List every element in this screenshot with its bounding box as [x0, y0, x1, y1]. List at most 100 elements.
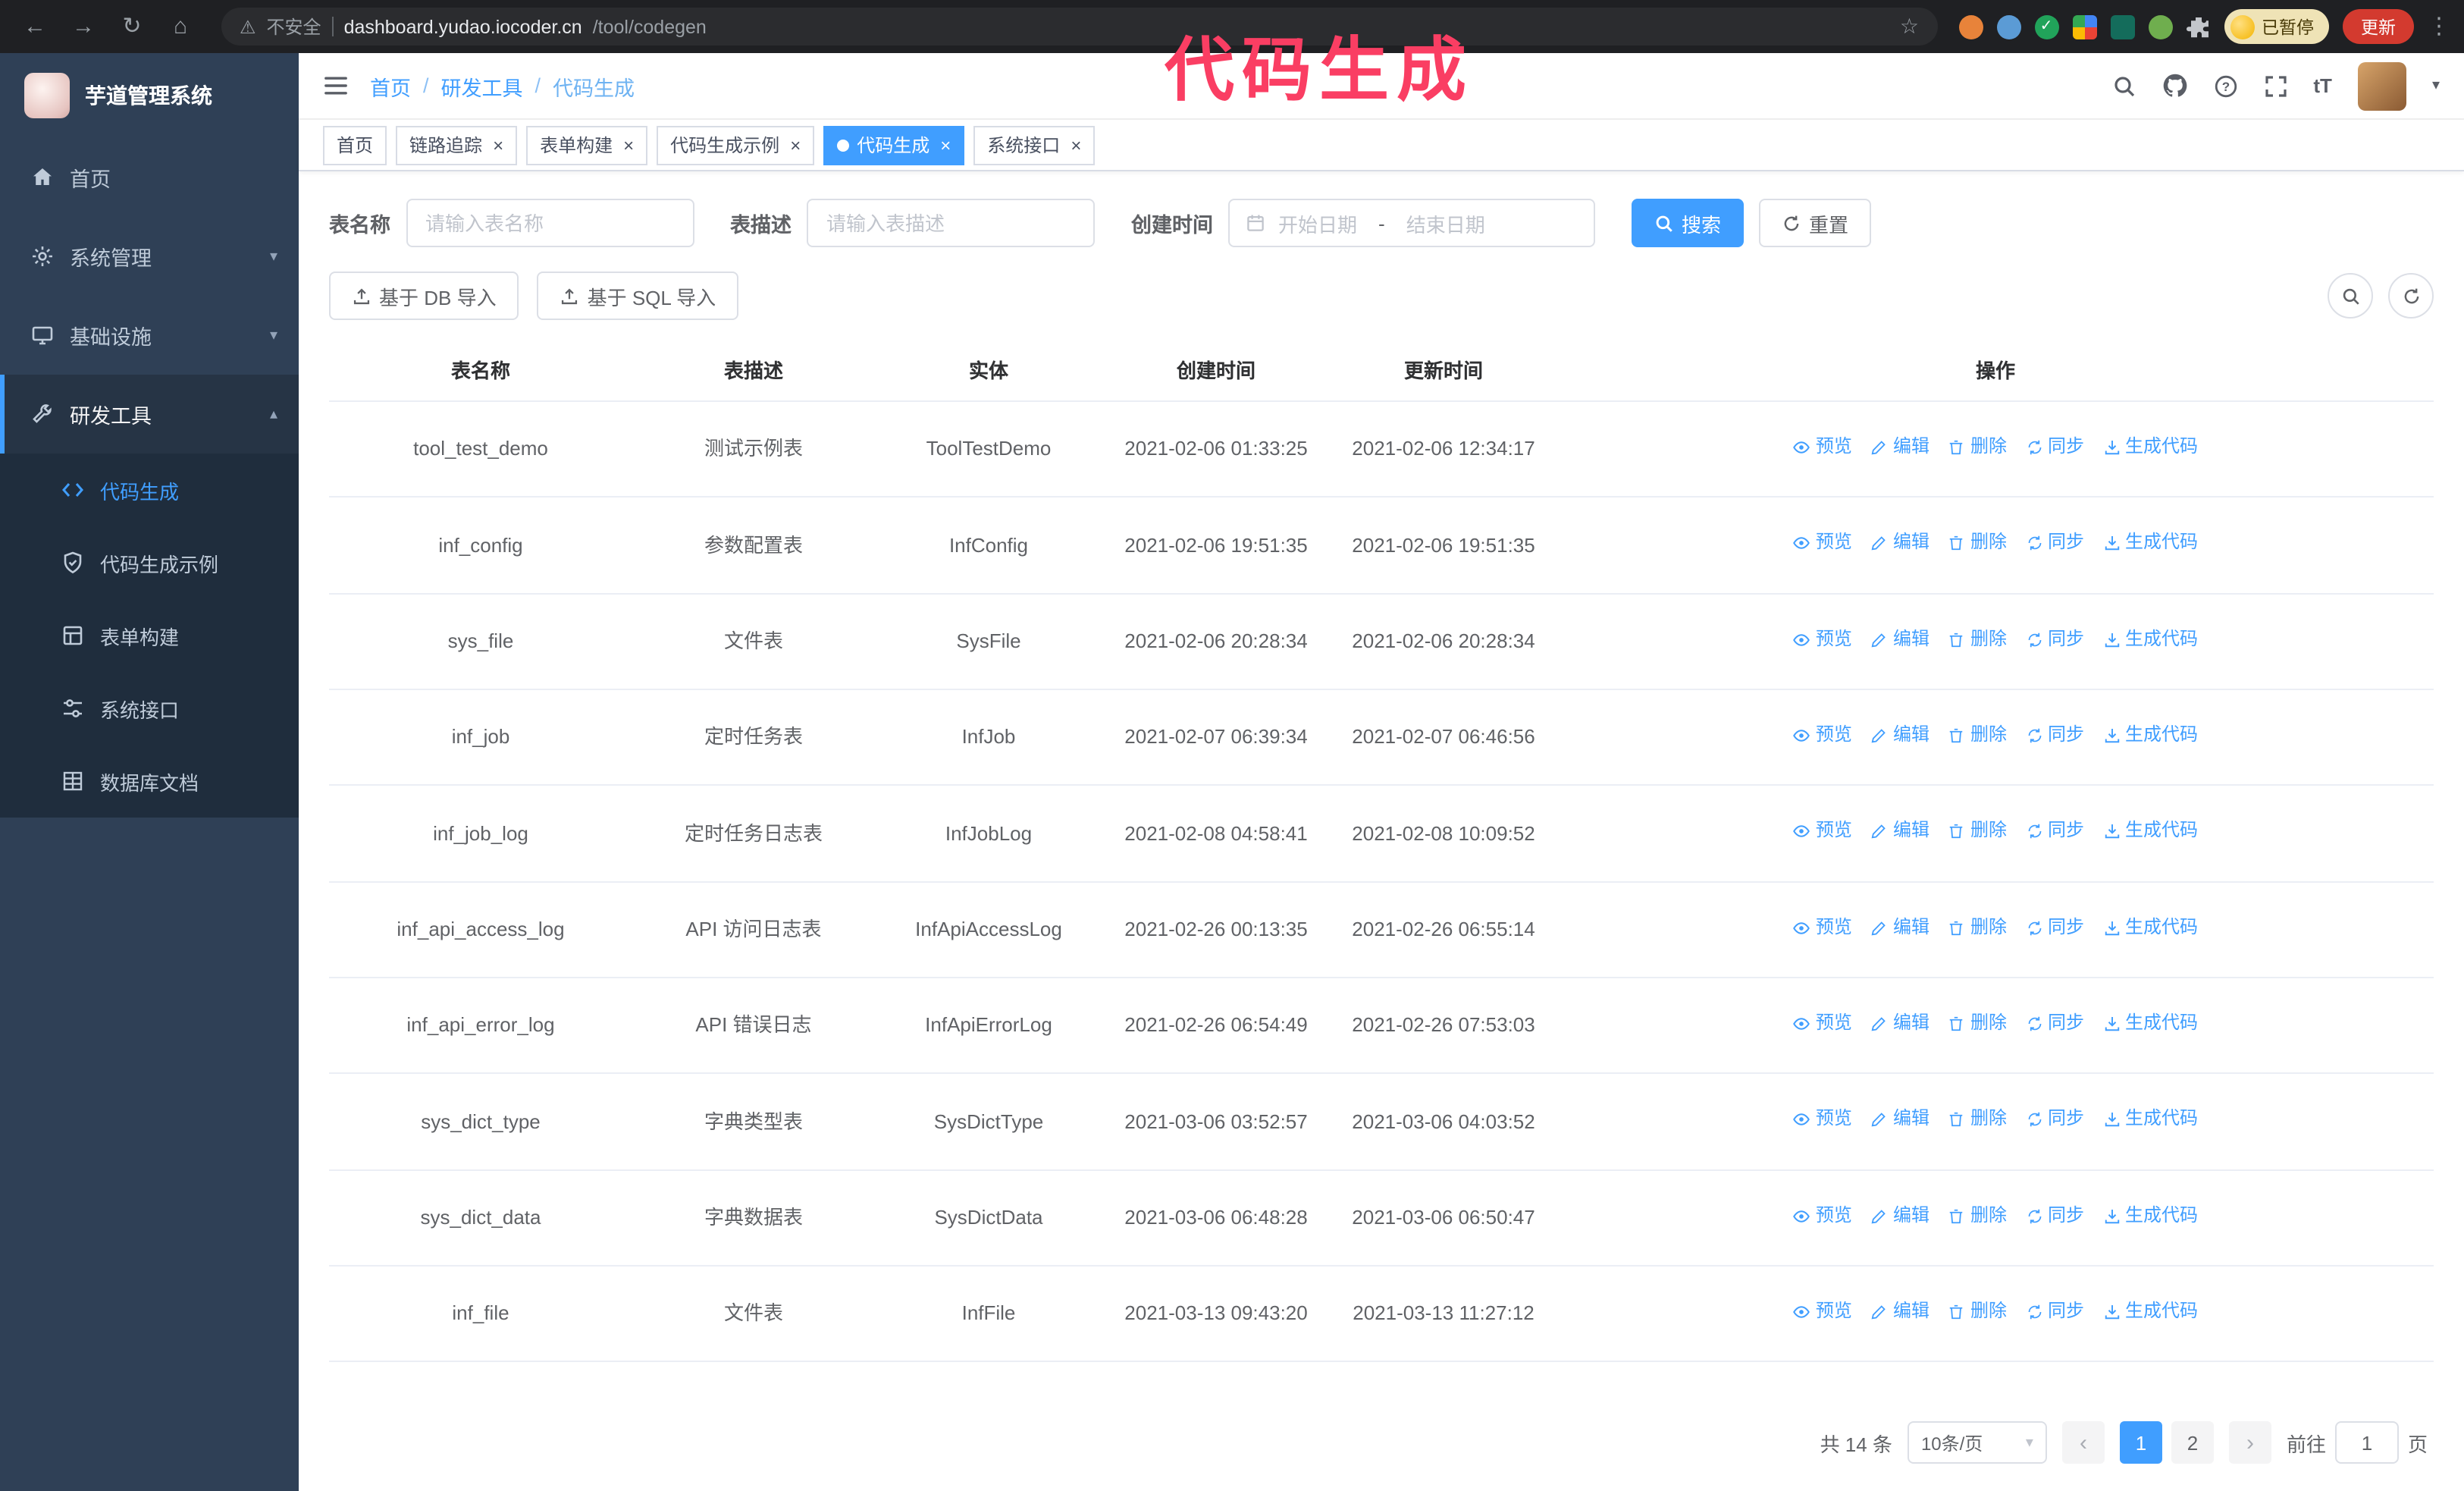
delete-link[interactable]: 删除: [1948, 1297, 2007, 1327]
tab-close-icon[interactable]: ×: [790, 136, 801, 154]
generate-code-link[interactable]: 生成代码: [2102, 1009, 2198, 1039]
generate-code-link[interactable]: 生成代码: [2102, 1105, 2198, 1135]
sync-link[interactable]: 同步: [2025, 529, 2084, 559]
font-size-icon[interactable]: tT: [2313, 74, 2332, 97]
sidebar-item-home[interactable]: 首页: [0, 138, 299, 217]
reset-button[interactable]: 重置: [1759, 199, 1872, 247]
preview-link[interactable]: 预览: [1793, 1297, 1852, 1327]
tab-close-icon[interactable]: ×: [1071, 136, 1081, 154]
github-icon[interactable]: [2161, 73, 2187, 99]
sync-link[interactable]: 同步: [2025, 1201, 2084, 1231]
edit-link[interactable]: 编辑: [1870, 1009, 1930, 1039]
address-bar[interactable]: ⚠ 不安全 dashboard.yudao.iocoder.cn/tool/co…: [221, 8, 1937, 46]
edit-link[interactable]: 编辑: [1870, 720, 1930, 751]
generate-code-link[interactable]: 生成代码: [2102, 817, 2198, 847]
home-icon[interactable]: ⌂: [161, 0, 200, 53]
tab-close-icon[interactable]: ×: [623, 136, 634, 154]
tab-item[interactable]: 代码生成示例 ×: [657, 125, 815, 165]
profile-paused-badge[interactable]: 已暂停: [2224, 9, 2329, 44]
delete-link[interactable]: 删除: [1948, 1201, 2007, 1231]
sync-link[interactable]: 同步: [2025, 912, 2084, 943]
search-button[interactable]: 搜索: [1632, 199, 1745, 247]
sidebar-item-db-docs[interactable]: 数据库文档: [0, 745, 299, 818]
tab-item[interactable]: 首页: [323, 125, 387, 165]
preview-link[interactable]: 预览: [1793, 1201, 1852, 1231]
delete-link[interactable]: 删除: [1948, 432, 2007, 463]
tab-item[interactable]: 链路追踪 ×: [396, 125, 518, 165]
edit-link[interactable]: 编辑: [1870, 912, 1930, 943]
delete-link[interactable]: 删除: [1948, 1009, 2007, 1039]
preview-link[interactable]: 预览: [1793, 529, 1852, 559]
generate-code-link[interactable]: 生成代码: [2102, 720, 2198, 751]
preview-link[interactable]: 预览: [1793, 624, 1852, 654]
update-button[interactable]: 更新: [2343, 9, 2414, 44]
preview-link[interactable]: 预览: [1793, 817, 1852, 847]
delete-link[interactable]: 删除: [1948, 529, 2007, 559]
preview-link[interactable]: 预览: [1793, 720, 1852, 751]
preview-link[interactable]: 预览: [1793, 1009, 1852, 1039]
goto-page-input[interactable]: [2334, 1421, 2399, 1464]
edit-link[interactable]: 编辑: [1870, 1105, 1930, 1135]
delete-link[interactable]: 删除: [1948, 720, 2007, 751]
edit-link[interactable]: 编辑: [1870, 432, 1930, 463]
import-db-button[interactable]: 基于 DB 导入: [329, 272, 519, 320]
extension-icon[interactable]: [2034, 14, 2058, 39]
sync-link[interactable]: 同步: [2025, 1105, 2084, 1135]
tab-item[interactable]: 表单构建 ×: [526, 125, 648, 165]
sidebar-item-infrastructure[interactable]: 基础设施 ▾: [0, 296, 299, 375]
edit-link[interactable]: 编辑: [1870, 529, 1930, 559]
sidebar-item-devtools[interactable]: 研发工具 ▴: [0, 375, 299, 454]
extension-icon[interactable]: [2072, 14, 2096, 39]
generate-code-link[interactable]: 生成代码: [2102, 529, 2198, 559]
generate-code-link[interactable]: 生成代码: [2102, 624, 2198, 654]
preview-link[interactable]: 预览: [1793, 432, 1852, 463]
refresh-table-button[interactable]: [2388, 273, 2434, 319]
caret-down-icon[interactable]: ▾: [2432, 77, 2440, 94]
fullscreen-icon[interactable]: [2263, 74, 2287, 98]
edit-link[interactable]: 编辑: [1870, 1201, 1930, 1231]
generate-code-link[interactable]: 生成代码: [2102, 1297, 2198, 1327]
extension-icon[interactable]: [1958, 14, 1983, 39]
extension-icon[interactable]: [2148, 14, 2172, 39]
extension-icon[interactable]: [2110, 14, 2134, 39]
edit-link[interactable]: 编辑: [1870, 1297, 1930, 1327]
sync-link[interactable]: 同步: [2025, 432, 2084, 463]
page-button-1[interactable]: 1: [2119, 1421, 2162, 1464]
tab-close-icon[interactable]: ×: [940, 136, 951, 154]
sync-link[interactable]: 同步: [2025, 1009, 2084, 1039]
edit-link[interactable]: 编辑: [1870, 817, 1930, 847]
preview-link[interactable]: 预览: [1793, 1105, 1852, 1135]
delete-link[interactable]: 删除: [1948, 912, 2007, 943]
help-icon[interactable]: ?: [2213, 74, 2237, 98]
sync-link[interactable]: 同步: [2025, 720, 2084, 751]
tab-close-icon[interactable]: ×: [493, 136, 503, 154]
reload-icon[interactable]: ↻: [112, 0, 152, 53]
generate-code-link[interactable]: 生成代码: [2102, 1201, 2198, 1231]
page-button-2[interactable]: 2: [2171, 1421, 2214, 1464]
sync-link[interactable]: 同步: [2025, 817, 2084, 847]
delete-link[interactable]: 删除: [1948, 1105, 2007, 1135]
breadcrumb-devtools[interactable]: 研发工具: [441, 71, 523, 101]
preview-link[interactable]: 预览: [1793, 912, 1852, 943]
import-sql-button[interactable]: 基于 SQL 导入: [537, 272, 739, 320]
sidebar-item-codegen[interactable]: 代码生成: [0, 454, 299, 526]
sidebar-item-system-api[interactable]: 系统接口: [0, 672, 299, 745]
date-range-input[interactable]: 开始日期 - 结束日期: [1228, 199, 1595, 247]
sync-link[interactable]: 同步: [2025, 1297, 2084, 1327]
menu-dots-icon[interactable]: ⋮: [2428, 0, 2450, 53]
tab-item[interactable]: 代码生成 ×: [823, 125, 965, 165]
prev-page-button[interactable]: ‹: [2061, 1421, 2105, 1464]
tab-item[interactable]: 系统接口 ×: [973, 125, 1096, 165]
generate-code-link[interactable]: 生成代码: [2102, 912, 2198, 943]
forward-icon[interactable]: →: [64, 0, 103, 53]
delete-link[interactable]: 删除: [1948, 624, 2007, 654]
sidebar-item-system[interactable]: 系统管理 ▾: [0, 217, 299, 296]
extensions-puzzle-icon[interactable]: [2186, 14, 2210, 39]
search-icon[interactable]: [2111, 74, 2136, 98]
breadcrumb-home[interactable]: 首页: [370, 71, 411, 101]
next-page-button[interactable]: ›: [2228, 1421, 2271, 1464]
sidebar-item-form-builder[interactable]: 表单构建: [0, 599, 299, 672]
bookmark-star-icon[interactable]: ☆: [1900, 14, 1919, 39]
table-name-input[interactable]: [406, 199, 694, 247]
user-avatar[interactable]: [2357, 61, 2406, 110]
